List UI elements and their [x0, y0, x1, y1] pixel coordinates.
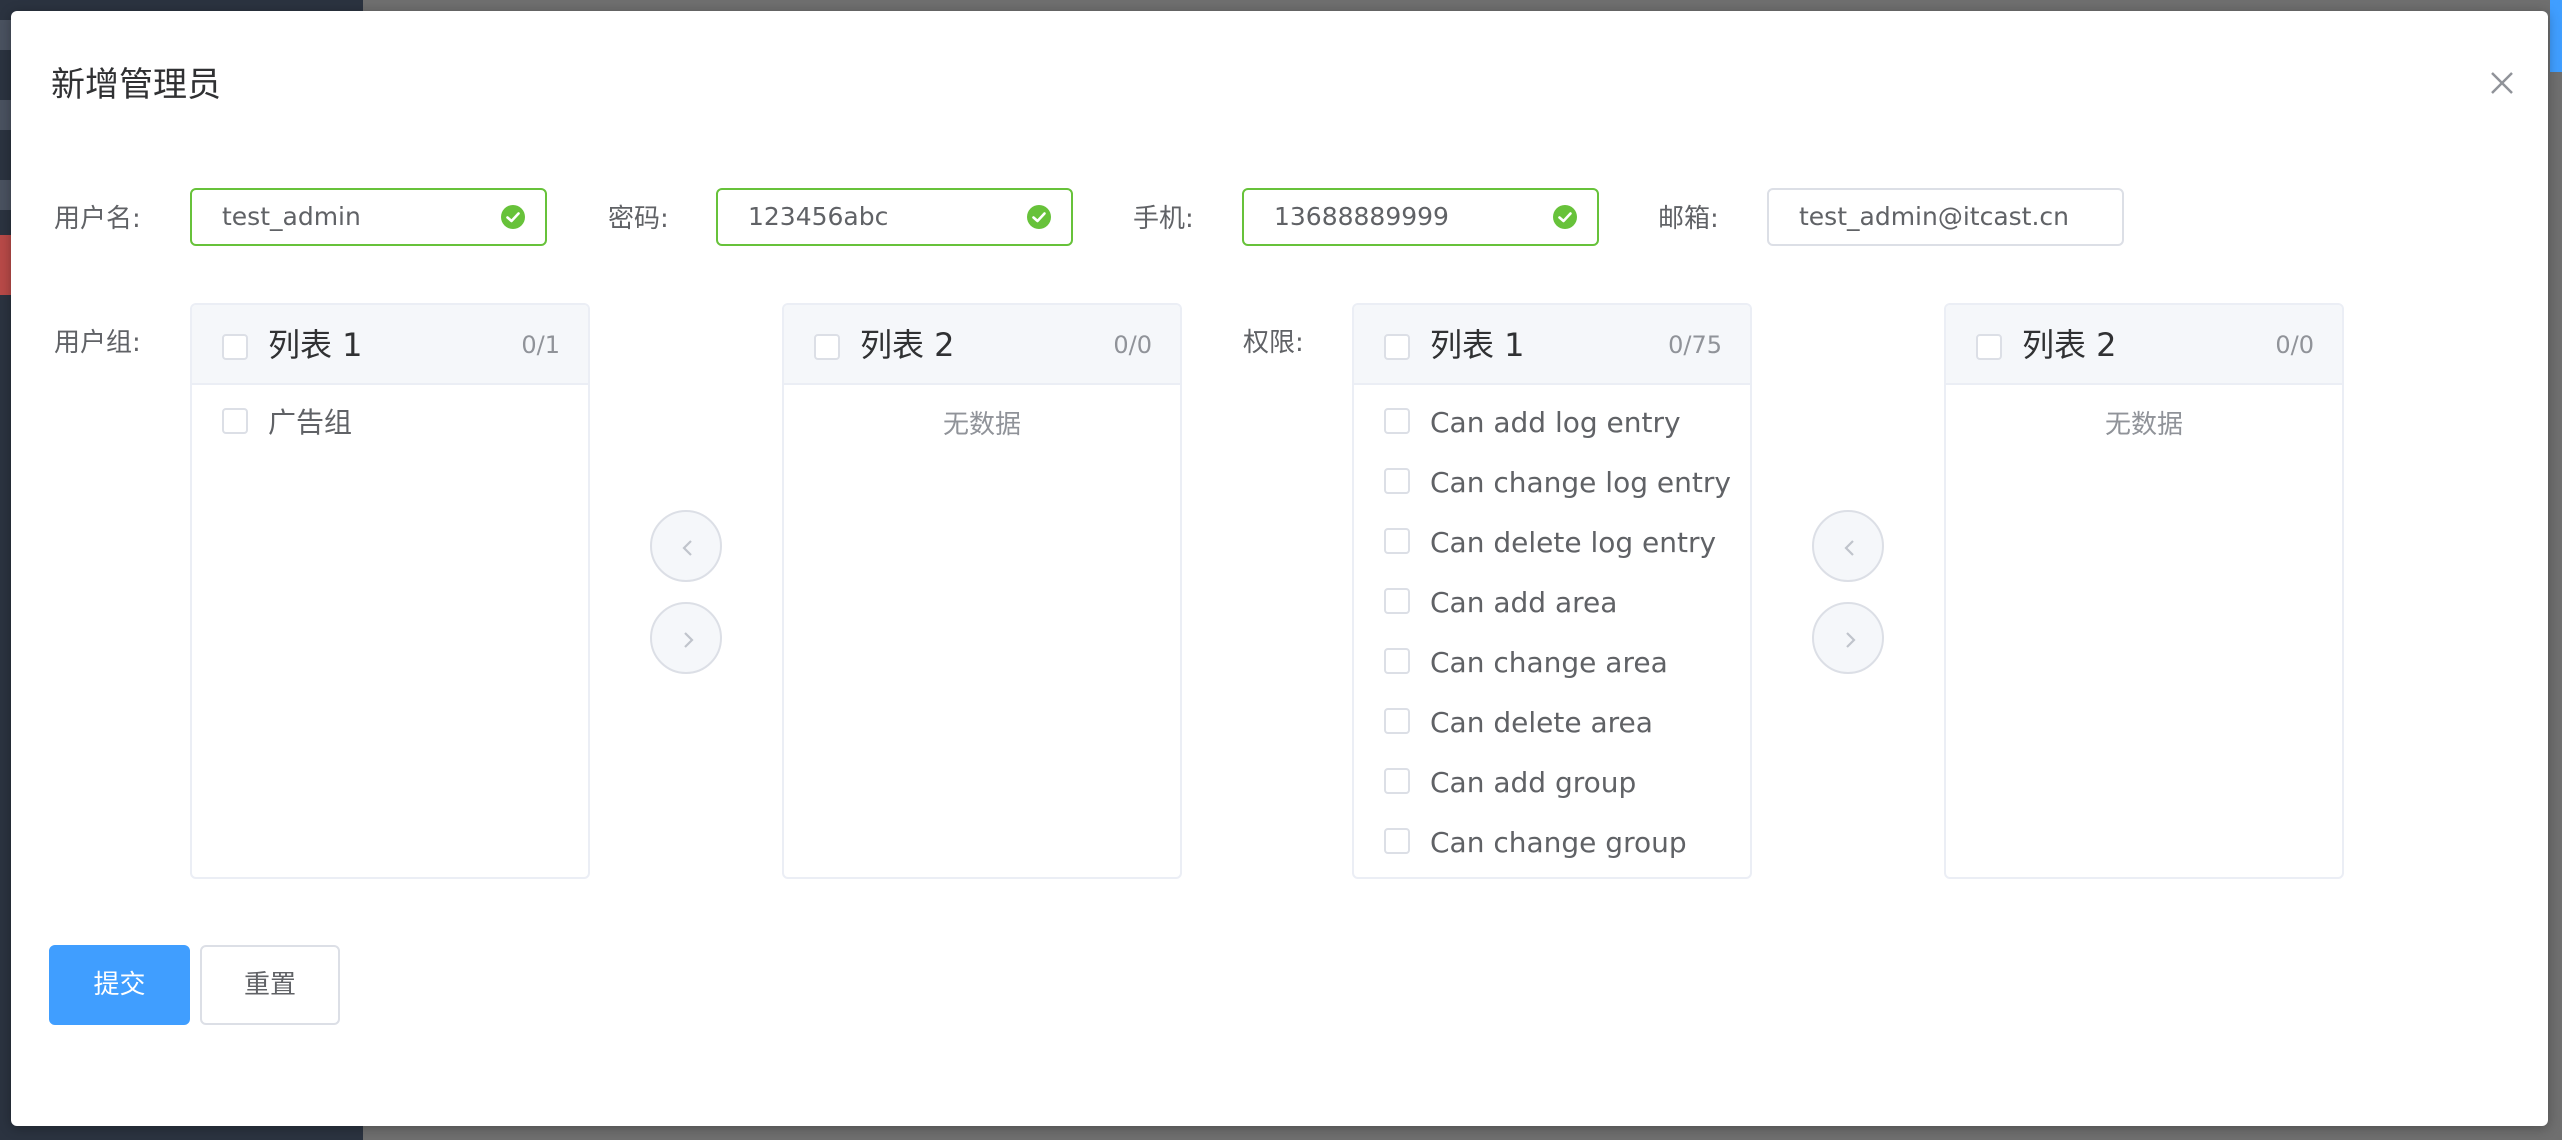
list-item[interactable]: Can delete area: [1354, 695, 1750, 755]
select-all-checkbox[interactable]: [814, 334, 840, 360]
select-all-checkbox[interactable]: [222, 334, 248, 360]
group-target-panel: 列表 2 0/0 无数据: [782, 303, 1182, 879]
list-item[interactable]: Can change log entry: [1354, 455, 1750, 515]
panel-list: 无数据: [1946, 385, 2342, 445]
background-accent: [2550, 0, 2562, 72]
user-group-label: 用户组:: [54, 328, 141, 358]
panel-count: 0/75: [1668, 331, 1722, 359]
panel-list: 无数据: [784, 385, 1180, 445]
permission-label: 权限:: [1243, 328, 1304, 358]
panel-count: 0/1: [521, 331, 560, 359]
email-input[interactable]: test_admin@itcast.cn: [1767, 188, 2124, 246]
move-right-button[interactable]: [1812, 602, 1884, 674]
check-circle-icon: [1027, 205, 1051, 229]
email-value: test_admin@itcast.cn: [1799, 202, 2070, 231]
item-label: Can delete area: [1430, 706, 1653, 739]
close-icon[interactable]: [2482, 63, 2522, 103]
list-item[interactable]: Can delete log entry: [1354, 515, 1750, 575]
password-value: 123456abc: [748, 202, 889, 231]
item-checkbox[interactable]: [222, 408, 248, 434]
chevron-left-icon: [1844, 540, 1854, 556]
password-input[interactable]: 123456abc: [716, 188, 1073, 246]
username-value: test_admin: [222, 202, 361, 231]
select-all-checkbox[interactable]: [1384, 334, 1410, 360]
panel-header: 列表 2 0/0: [1946, 305, 2342, 385]
item-label: Can add area: [1430, 586, 1618, 619]
move-right-button[interactable]: [650, 602, 722, 674]
panel-header: 列表 1 0/1: [192, 305, 588, 385]
panel-title: 列表 1: [1430, 326, 1525, 364]
panel-title: 列表 2: [2022, 326, 2117, 364]
item-label: Can add log entry: [1430, 406, 1681, 439]
empty-text: 无数据: [942, 410, 1021, 440]
panel-title: 列表 1: [268, 326, 363, 364]
item-checkbox[interactable]: [1384, 648, 1410, 674]
list-item[interactable]: Can add log entry: [1354, 395, 1750, 455]
phone-input[interactable]: 13688889999: [1242, 188, 1599, 246]
dialog-title: 新增管理员: [51, 65, 221, 105]
chevron-left-icon: [682, 540, 692, 556]
item-checkbox[interactable]: [1384, 828, 1410, 854]
select-all-checkbox[interactable]: [1976, 334, 2002, 360]
item-checkbox[interactable]: [1384, 528, 1410, 554]
item-label: Can change area: [1430, 646, 1668, 679]
check-circle-icon: [1553, 205, 1577, 229]
list-item[interactable]: Can change area: [1354, 635, 1750, 695]
list-item[interactable]: Can add area: [1354, 575, 1750, 635]
group-source-panel: 列表 1 0/1 广告组: [190, 303, 590, 879]
panel-list: 广告组: [192, 385, 588, 455]
item-label: Can change log entry: [1430, 466, 1731, 499]
item-label: Can delete log entry: [1430, 526, 1717, 559]
panel-title: 列表 2: [860, 326, 955, 364]
check-circle-icon: [501, 205, 525, 229]
item-checkbox[interactable]: [1384, 408, 1410, 434]
add-admin-dialog: 新增管理员 用户名: test_admin 密码: 123456abc 手机: …: [11, 11, 2548, 1126]
panel-header: 列表 1 0/75: [1354, 305, 1750, 385]
list-item[interactable]: 广告组: [192, 395, 588, 455]
permission-target-panel: 列表 2 0/0 无数据: [1944, 303, 2344, 879]
move-left-button[interactable]: [1812, 510, 1884, 582]
chevron-right-icon: [1846, 632, 1856, 648]
move-left-button[interactable]: [650, 510, 722, 582]
username-label: 用户名:: [54, 204, 141, 234]
username-input[interactable]: test_admin: [190, 188, 547, 246]
empty-text: 无数据: [2104, 410, 2183, 440]
phone-value: 13688889999: [1274, 202, 1449, 231]
phone-label: 手机:: [1133, 204, 1194, 234]
item-label: 广告组: [268, 406, 353, 439]
panel-header: 列表 2 0/0: [784, 305, 1180, 385]
panel-count: 0/0: [1113, 331, 1152, 359]
list-item[interactable]: Can add group: [1354, 755, 1750, 815]
item-checkbox[interactable]: [1384, 708, 1410, 734]
reset-button[interactable]: 重置: [200, 945, 340, 1025]
submit-button[interactable]: 提交: [49, 945, 190, 1025]
chevron-right-icon: [684, 632, 694, 648]
panel-list: Can add log entry Can change log entry C…: [1354, 385, 1750, 875]
list-item[interactable]: Can change group: [1354, 815, 1750, 875]
item-checkbox[interactable]: [1384, 768, 1410, 794]
item-checkbox[interactable]: [1384, 468, 1410, 494]
permission-source-panel: 列表 1 0/75 Can add log entry Can change l…: [1352, 303, 1752, 879]
item-label: Can add group: [1430, 766, 1637, 799]
item-label: Can change group: [1430, 826, 1687, 859]
panel-count: 0/0: [2275, 331, 2314, 359]
password-label: 密码:: [608, 204, 669, 234]
email-label: 邮箱:: [1658, 204, 1719, 234]
item-checkbox[interactable]: [1384, 588, 1410, 614]
